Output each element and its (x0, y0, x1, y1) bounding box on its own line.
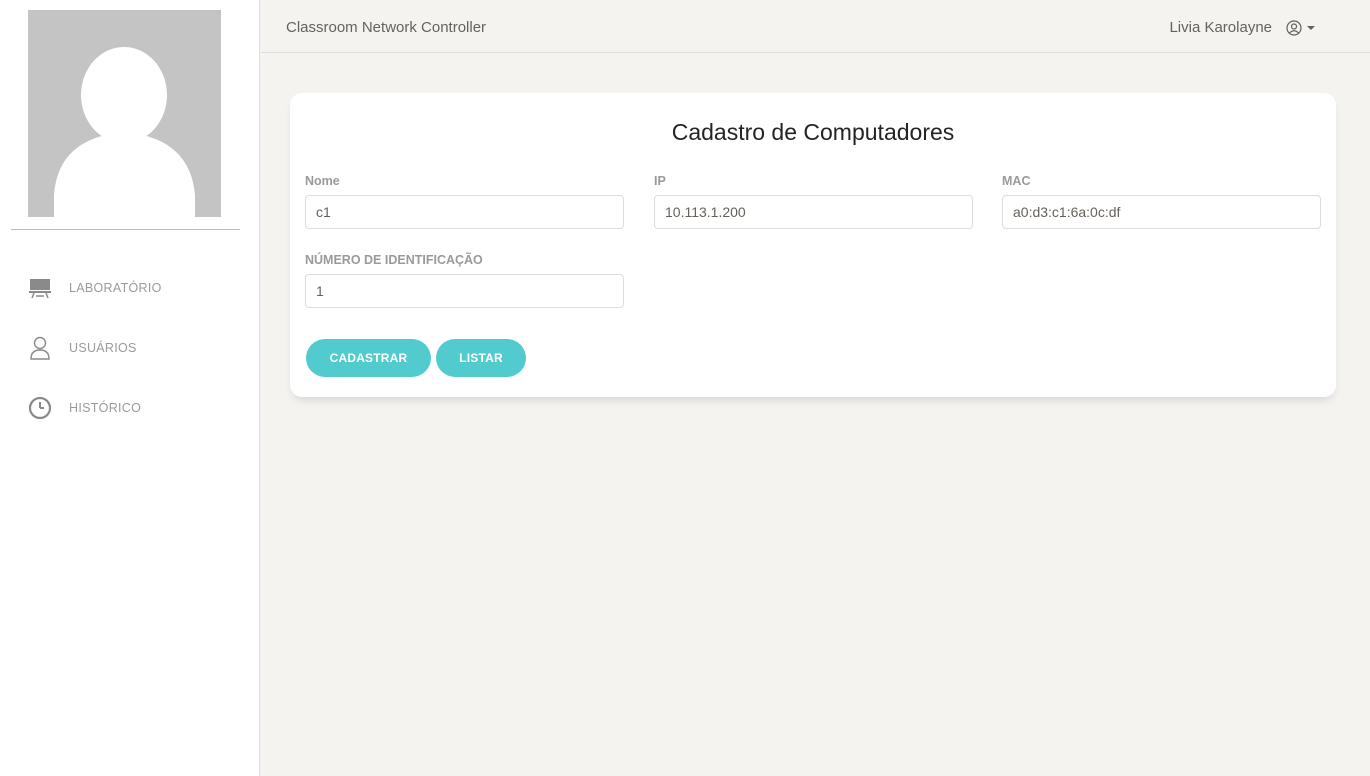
ip-input[interactable] (654, 195, 973, 229)
mac-field-group: MAC (1002, 174, 1321, 229)
numero-input[interactable] (305, 274, 624, 308)
user-name[interactable]: Livia Karolayne (1169, 19, 1272, 36)
user-menu: Livia Karolayne (1169, 19, 1315, 36)
clock-icon (28, 396, 52, 420)
mac-label: MAC (1002, 174, 1031, 188)
user-circle-icon (1286, 19, 1302, 36)
register-computer-card: Cadastro de Computadores Nome IP MAC NÚM… (290, 93, 1336, 397)
user-dropdown-toggle[interactable] (1286, 19, 1315, 36)
sidebar-item-label: HISTÓRICO (69, 401, 142, 415)
avatar-placeholder-icon (28, 10, 221, 217)
user-icon (28, 336, 52, 360)
sidebar-item-label: LABORATÓRIO (69, 281, 162, 295)
sidebar-nav: LABORATÓRIO USUÁRIOS HISTÓRICO (0, 268, 260, 448)
sidebar-divider (11, 229, 240, 230)
cadastrar-button[interactable]: CADASTRAR (306, 339, 431, 377)
card-title: Cadastro de Computadores (671, 119, 955, 145)
sidebar-item-laboratorio[interactable]: LABORATÓRIO (0, 268, 260, 308)
chevron-down-icon (1307, 25, 1315, 30)
desk-icon (28, 276, 52, 300)
nome-label: Nome (305, 174, 340, 188)
listar-button[interactable]: LISTAR (436, 339, 526, 377)
nome-field-group: Nome (305, 174, 624, 229)
sidebar-item-label: USUÁRIOS (69, 341, 137, 355)
avatar (28, 10, 221, 217)
ip-field-group: IP (654, 174, 973, 229)
top-navbar: Classroom Network Controller Livia Karol… (261, 0, 1370, 53)
nome-input[interactable] (305, 195, 624, 229)
sidebar-item-historico[interactable]: HISTÓRICO (0, 388, 260, 428)
ip-label: IP (654, 174, 666, 188)
sidebar: LABORATÓRIO USUÁRIOS HISTÓRICO (0, 0, 260, 776)
mac-input[interactable] (1002, 195, 1321, 229)
numero-field-group: NÚMERO DE IDENTIFICAÇÃO (305, 253, 624, 308)
sidebar-item-usuarios[interactable]: USUÁRIOS (0, 328, 260, 368)
numero-label: NÚMERO DE IDENTIFICAÇÃO (305, 253, 483, 267)
app-title[interactable]: Classroom Network Controller (286, 19, 486, 36)
